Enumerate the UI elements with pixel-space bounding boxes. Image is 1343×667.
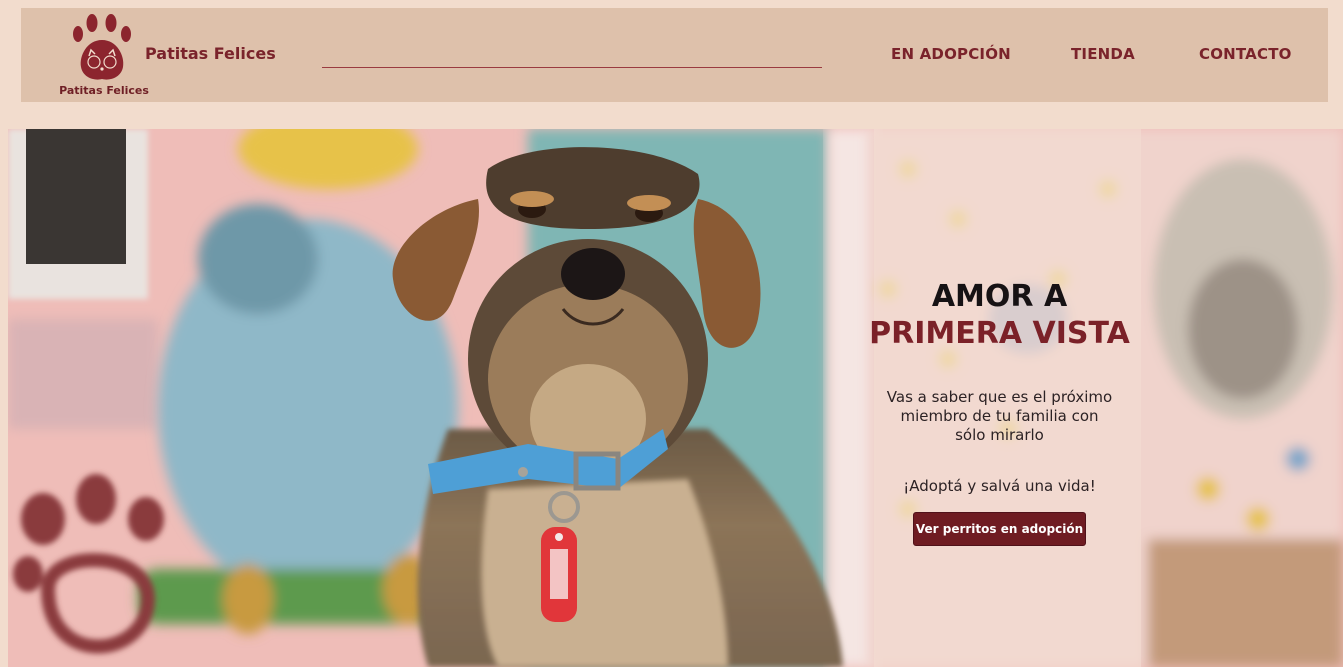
logo-caption: Patitas Felices bbox=[59, 84, 149, 97]
nav-link-contacto[interactable]: CONTACTO bbox=[1199, 45, 1292, 63]
hero-cta-text: ¡Adoptá y salvá una vida! bbox=[903, 477, 1096, 495]
hero-banner bbox=[8, 129, 1343, 667]
logo[interactable]: Patitas Felices bbox=[59, 12, 149, 98]
nav-link-en-adopcion[interactable]: EN ADOPCIÓN bbox=[891, 45, 1011, 63]
hero-headline-line1: AMOR A bbox=[931, 279, 1068, 314]
hero-headline: AMOR A PRIMERA VISTA bbox=[866, 278, 1133, 352]
search-underline bbox=[322, 67, 822, 68]
hero-headline-line2: PRIMERA VISTA bbox=[869, 316, 1130, 351]
hero-dog-photo bbox=[8, 129, 1343, 667]
brand-name[interactable]: Patitas Felices bbox=[145, 44, 276, 63]
paw-logo-icon bbox=[73, 14, 131, 80]
nav-link-tienda[interactable]: TIENDA bbox=[1071, 45, 1135, 63]
site-header: Patitas Felices Patitas Felices EN ADOPC… bbox=[21, 8, 1328, 102]
search-input[interactable] bbox=[322, 38, 822, 67]
hero-subtext: Vas a saber que es el próximo miembro de… bbox=[886, 388, 1113, 444]
view-adoption-dogs-button[interactable]: Ver perritos en adopción bbox=[913, 512, 1086, 546]
